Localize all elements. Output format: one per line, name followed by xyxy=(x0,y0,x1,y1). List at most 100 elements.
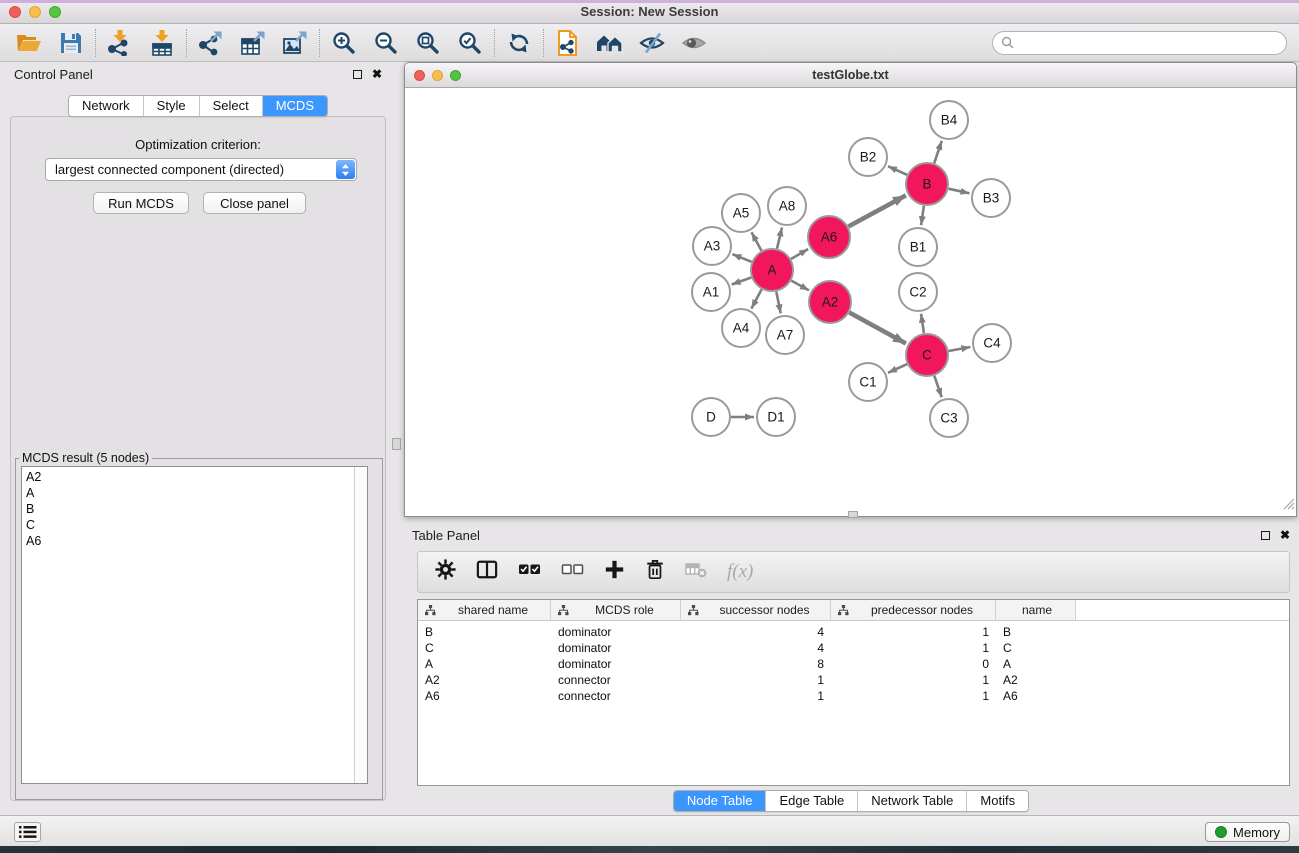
minimize-network-window-button[interactable] xyxy=(432,70,443,81)
mcds-result-item[interactable]: A2 xyxy=(22,469,367,485)
edge-B-B3[interactable] xyxy=(949,189,970,194)
column-header-shared-name[interactable]: shared name xyxy=(418,600,551,620)
table-row[interactable]: Cdominator41C xyxy=(418,640,1289,656)
tab-select[interactable]: Select xyxy=(199,96,262,116)
optimization-criterion-select[interactable]: largest connected component (directed) xyxy=(45,158,357,181)
node-B3[interactable]: B3 xyxy=(972,179,1010,217)
table-settings-button[interactable] xyxy=(435,559,456,585)
column-header-MCDS-role[interactable]: MCDS role xyxy=(551,600,681,620)
select-all-button[interactable] xyxy=(518,561,541,583)
minimize-window-button[interactable] xyxy=(29,6,41,18)
float-panel-icon[interactable] xyxy=(353,70,362,79)
column-header-successor-nodes[interactable]: successor nodes xyxy=(681,600,831,620)
edge-A-A3[interactable] xyxy=(732,254,751,262)
table-row[interactable]: Bdominator41B xyxy=(418,624,1289,640)
window-resize-grip[interactable] xyxy=(1282,497,1295,515)
close-table-panel-icon[interactable]: ✖ xyxy=(1280,530,1290,540)
edge-A-A5[interactable] xyxy=(752,232,762,250)
node-B[interactable]: B xyxy=(906,163,948,205)
tab-motifs[interactable]: Motifs xyxy=(966,791,1028,811)
close-window-button[interactable] xyxy=(9,6,21,18)
run-mcds-button[interactable]: Run MCDS xyxy=(93,192,189,214)
vertical-divider-thumb[interactable] xyxy=(392,438,401,450)
node-C1[interactable]: C1 xyxy=(849,363,887,401)
task-history-button[interactable] xyxy=(14,822,41,842)
mcds-result-item[interactable]: B xyxy=(22,501,367,517)
close-panel-button[interactable]: Close panel xyxy=(203,192,306,214)
node-A4[interactable]: A4 xyxy=(722,309,760,347)
column-header-name[interactable]: name xyxy=(996,600,1076,620)
show-eye-button[interactable] xyxy=(673,27,715,59)
node-A7[interactable]: A7 xyxy=(766,316,804,354)
node-A5[interactable]: A5 xyxy=(722,194,760,232)
import-table-button[interactable] xyxy=(141,27,183,59)
edge-C-C3[interactable] xyxy=(934,376,941,397)
memory-button[interactable]: Memory xyxy=(1205,822,1290,842)
edge-C-C2[interactable] xyxy=(921,314,924,333)
node-B2[interactable]: B2 xyxy=(849,138,887,176)
network-window-titlebar[interactable]: testGlobe.txt xyxy=(405,63,1296,88)
node-C3[interactable]: C3 xyxy=(930,399,968,437)
tab-node-table[interactable]: Node Table xyxy=(674,791,766,811)
edge-B-B2[interactable] xyxy=(888,166,907,175)
edge-A6-B[interactable] xyxy=(848,195,906,226)
edge-B-B4[interactable] xyxy=(934,141,942,163)
node-B1[interactable]: B1 xyxy=(899,228,937,266)
edge-A-A6[interactable] xyxy=(791,249,808,259)
zoom-in-button[interactable] xyxy=(323,27,365,59)
zoom-fit-button[interactable] xyxy=(407,27,449,59)
edge-C-C1[interactable] xyxy=(888,364,907,373)
tab-edge-table[interactable]: Edge Table xyxy=(765,791,857,811)
horizontal-divider-thumb[interactable] xyxy=(848,511,858,518)
zoom-out-button[interactable] xyxy=(365,27,407,59)
node-C[interactable]: C xyxy=(906,334,948,376)
node-C2[interactable]: C2 xyxy=(899,273,937,311)
table-row[interactable]: Adominator80A xyxy=(418,656,1289,672)
edge-A-A1[interactable] xyxy=(732,278,752,285)
node-B4[interactable]: B4 xyxy=(930,101,968,139)
export-network-button[interactable] xyxy=(190,27,232,59)
columns-view-button[interactable] xyxy=(476,559,498,585)
node-A1[interactable]: A1 xyxy=(692,273,730,311)
edge-A2-C[interactable] xyxy=(849,313,906,344)
node-D[interactable]: D xyxy=(692,398,730,436)
delete-rows-button[interactable] xyxy=(645,559,665,586)
unselect-all-button[interactable] xyxy=(561,561,584,583)
zoom-window-button[interactable] xyxy=(49,6,61,18)
edge-A-A2[interactable] xyxy=(791,281,809,291)
mcds-result-item[interactable]: C xyxy=(22,517,367,533)
mcds-result-list[interactable]: A2ABCA6 xyxy=(21,466,368,784)
tab-style[interactable]: Style xyxy=(143,96,199,116)
edge-B-B1[interactable] xyxy=(921,206,924,225)
edge-A-A4[interactable] xyxy=(751,289,761,308)
refresh-button[interactable] xyxy=(498,27,540,59)
hide-eye-button[interactable] xyxy=(631,27,673,59)
delete-column-button[interactable] xyxy=(685,560,707,584)
export-table-button[interactable] xyxy=(232,27,274,59)
mcds-result-item[interactable]: A xyxy=(22,485,367,501)
export-image-button[interactable] xyxy=(274,27,316,59)
node-A8[interactable]: A8 xyxy=(768,187,806,225)
function-builder-button[interactable]: f(x) xyxy=(727,561,753,583)
node-A3[interactable]: A3 xyxy=(693,227,731,265)
table-row[interactable]: A6connector11A6 xyxy=(418,688,1289,704)
edge-C-C4[interactable] xyxy=(949,347,971,351)
zoom-network-window-button[interactable] xyxy=(450,70,461,81)
close-network-window-button[interactable] xyxy=(414,70,425,81)
import-network-button[interactable] xyxy=(99,27,141,59)
mcds-result-item[interactable]: A6 xyxy=(22,533,367,549)
tab-network-table[interactable]: Network Table xyxy=(857,791,966,811)
edge-A-A7[interactable] xyxy=(776,292,780,314)
table-row[interactable]: A2connector11A2 xyxy=(418,672,1289,688)
open-session-button[interactable] xyxy=(8,27,50,59)
list-scrollbar[interactable] xyxy=(354,467,367,783)
column-header-predecessor-nodes[interactable]: predecessor nodes xyxy=(831,600,996,620)
close-panel-icon[interactable]: ✖ xyxy=(372,69,382,79)
add-row-button[interactable] xyxy=(604,559,625,585)
home-button[interactable] xyxy=(589,27,631,59)
search-input[interactable] xyxy=(992,31,1287,55)
node-D1[interactable]: D1 xyxy=(757,398,795,436)
save-session-button[interactable] xyxy=(50,27,92,59)
network-canvas[interactable]: AA1A2A3A4A5A6A7A8BB1B2B3B4CC1C2C3C4DD1 xyxy=(405,88,1296,516)
network-document-button[interactable] xyxy=(547,27,589,59)
